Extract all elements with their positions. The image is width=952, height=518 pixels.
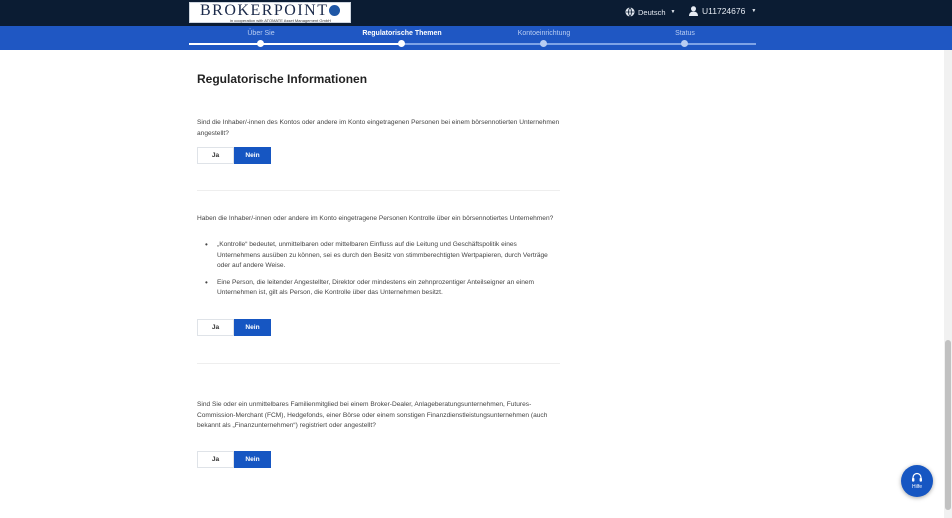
user-icon [689,6,698,16]
headset-icon [912,472,922,482]
no-button[interactable]: Nein [234,147,271,164]
step-label: Über Sie [247,30,275,37]
step-dot [681,40,688,47]
bullet-item: Eine Person, die leitender Angestellter,… [205,278,560,299]
question-3-text: Sind Sie oder ein unmittelbares Familien… [197,401,548,429]
yes-button[interactable]: Ja [197,319,234,336]
question-1-toggle: Ja Nein [197,147,271,164]
brokerpoint-logo[interactable]: BROKERPOINT in cooperation with ATOMATE … [189,2,351,23]
question-1-text: Sind die Inhaber/-innen des Kontos oder … [197,119,560,137]
yes-button[interactable]: Ja [197,451,234,468]
chevron-down-icon: ▼ [670,9,676,15]
scrollbar-thumb[interactable] [945,340,951,510]
top-navbar: BROKERPOINT in cooperation with ATOMATE … [0,0,952,26]
yes-button[interactable]: Ja [197,147,234,164]
stepper-track-completed [189,43,402,45]
step-label: Regulatorische Themen [362,30,442,37]
globe-icon [625,7,635,17]
no-button[interactable]: Nein [234,451,271,468]
logo-subtitle: in cooperation with ATOMATE Asset Manage… [230,18,331,23]
language-selector[interactable]: Deutsch ▼ [625,7,675,17]
step-dot [540,40,547,47]
divider [197,190,560,191]
progress-stepper: Über Sie Regulatorische Themen Kontoeinr… [0,26,952,50]
page-title: Regulatorische Informationen [197,72,368,86]
user-menu[interactable]: U11724676 ▼ [689,6,756,16]
step-regulatorische-themen[interactable]: Regulatorische Themen [332,26,472,47]
logo-text: BROKERPOINT [200,2,329,19]
logo-globe-icon [329,5,340,16]
step-label: Kontoeinrichtung [517,30,571,37]
help-button[interactable]: Hilfe [901,465,933,497]
step-label: Status [675,30,695,37]
chevron-down-icon: ▼ [751,8,757,14]
question-2-bullets: „Kontrolle“ bedeutet, unmittelbaren oder… [205,240,560,305]
language-label: Deutsch [638,7,666,17]
no-button[interactable]: Nein [234,319,271,336]
bullet-item: „Kontrolle“ bedeutet, unmittelbaren oder… [205,240,560,272]
step-dot [257,40,264,47]
step-status[interactable]: Status [615,26,755,47]
help-label: Hilfe [911,484,922,490]
step-ueber-sie[interactable]: Über Sie [191,26,331,47]
user-id: U11724676 [702,6,746,16]
divider [197,363,560,364]
step-dot [398,40,405,47]
question-2-toggle: Ja Nein [197,319,271,336]
question-2-text: Haben die Inhaber/-innen oder andere im … [197,215,554,222]
step-kontoeinrichtung[interactable]: Kontoeinrichtung [474,26,614,47]
question-3-toggle: Ja Nein [197,451,271,468]
